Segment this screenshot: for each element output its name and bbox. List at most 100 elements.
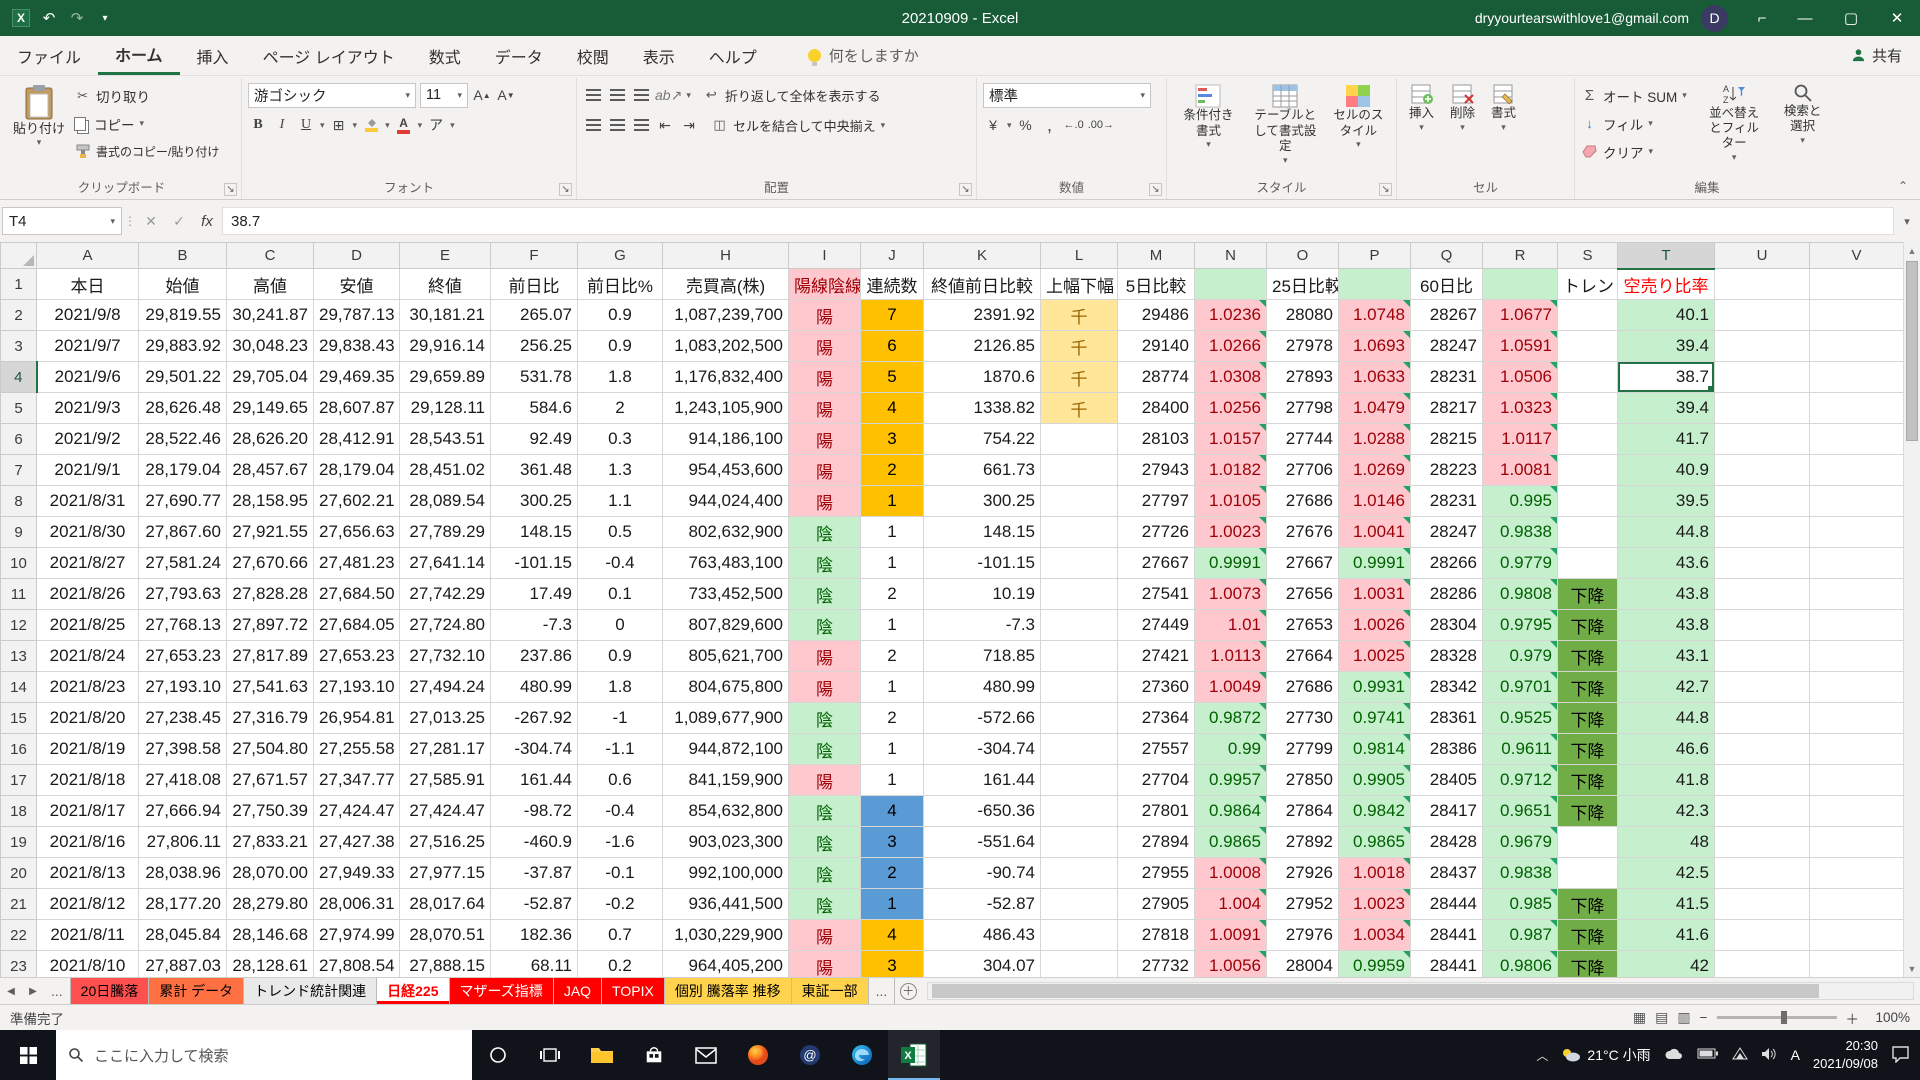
- page-break-view-button[interactable]: ▥: [1677, 1009, 1690, 1026]
- cell-G3[interactable]: 0.9: [578, 331, 663, 362]
- cell-R15[interactable]: 0.9525: [1483, 703, 1558, 734]
- row-header-17[interactable]: 17: [1, 765, 37, 796]
- row-header-15[interactable]: 15: [1, 703, 37, 734]
- cell-E13[interactable]: 27,732.10: [400, 641, 491, 672]
- row-header-23[interactable]: 23: [1, 951, 37, 978]
- conditional-formatting-button[interactable]: 条件付き書式▾: [1173, 81, 1244, 179]
- column-header-B[interactable]: B: [139, 243, 227, 269]
- cell-R17[interactable]: 0.9712: [1483, 765, 1558, 796]
- orientation-button[interactable]: ab↗: [655, 84, 682, 106]
- cell-N8[interactable]: 1.0105: [1195, 486, 1267, 517]
- cell-G16[interactable]: -1.1: [578, 734, 663, 765]
- cell-J2[interactable]: 7: [861, 300, 924, 331]
- cell-E5[interactable]: 29,128.11: [400, 393, 491, 424]
- cell-S7[interactable]: [1558, 455, 1618, 486]
- cell-E9[interactable]: 27,789.29: [400, 517, 491, 548]
- cell-K2[interactable]: 2391.92: [924, 300, 1041, 331]
- cell-O3[interactable]: 27978: [1267, 331, 1339, 362]
- cell-R14[interactable]: 0.9701: [1483, 672, 1558, 703]
- cell-U6[interactable]: [1715, 424, 1810, 455]
- cell-A6[interactable]: 2021/9/2: [37, 424, 139, 455]
- cell-P9[interactable]: 1.0041: [1339, 517, 1411, 548]
- ribbon-tab-4[interactable]: ページ レイアウト: [246, 36, 412, 75]
- cell-K19[interactable]: -551.64: [924, 827, 1041, 858]
- cell-M20[interactable]: 27955: [1118, 858, 1195, 889]
- cell-P6[interactable]: 1.0288: [1339, 424, 1411, 455]
- cell-V1[interactable]: [1810, 269, 1904, 300]
- cell-C14[interactable]: 27,541.63: [227, 672, 314, 703]
- cell-A13[interactable]: 2021/8/24: [37, 641, 139, 672]
- cell-L19[interactable]: [1041, 827, 1118, 858]
- cell-E1[interactable]: 終値: [400, 269, 491, 300]
- row-header-2[interactable]: 2: [1, 300, 37, 331]
- increase-decimal-button[interactable]: ←.0: [1064, 114, 1084, 136]
- wrap-text-button[interactable]: ↩折り返して全体を表示する: [703, 83, 881, 108]
- cell-O2[interactable]: 28080: [1267, 300, 1339, 331]
- ribbon-tab-8[interactable]: 表示: [626, 36, 692, 75]
- vertical-scrollbar[interactable]: ▲ ▼: [1903, 242, 1920, 977]
- cell-F5[interactable]: 584.6: [491, 393, 578, 424]
- excel-taskbar-icon[interactable]: X: [888, 1030, 940, 1080]
- cell-R6[interactable]: 1.0117: [1483, 424, 1558, 455]
- cell-K11[interactable]: 10.19: [924, 579, 1041, 610]
- cell-U5[interactable]: [1715, 393, 1810, 424]
- cell-Q21[interactable]: 28444: [1411, 889, 1483, 920]
- cell-J12[interactable]: 1: [861, 610, 924, 641]
- cell-D7[interactable]: 28,179.04: [314, 455, 400, 486]
- cell-V16[interactable]: [1810, 734, 1904, 765]
- cell-L16[interactable]: [1041, 734, 1118, 765]
- cell-I1[interactable]: 陽線陰線: [789, 269, 861, 300]
- cell-J21[interactable]: 1: [861, 889, 924, 920]
- share-button[interactable]: 共有: [1833, 36, 1920, 75]
- cell-B21[interactable]: 28,177.20: [139, 889, 227, 920]
- cell-M18[interactable]: 27801: [1118, 796, 1195, 827]
- taskbar-search[interactable]: ここに入力して検索: [56, 1030, 472, 1080]
- cell-J7[interactable]: 2: [861, 455, 924, 486]
- cell-F21[interactable]: -52.87: [491, 889, 578, 920]
- cell-C5[interactable]: 29,149.65: [227, 393, 314, 424]
- cell-E15[interactable]: 27,013.25: [400, 703, 491, 734]
- cell-P1[interactable]: [1339, 269, 1411, 300]
- cell-E7[interactable]: 28,451.02: [400, 455, 491, 486]
- cell-F15[interactable]: -267.92: [491, 703, 578, 734]
- row-header-5[interactable]: 5: [1, 393, 37, 424]
- cell-I18[interactable]: 陰: [789, 796, 861, 827]
- cell-C4[interactable]: 29,705.04: [227, 362, 314, 393]
- cell-D22[interactable]: 27,974.99: [314, 920, 400, 951]
- cell-R13[interactable]: 0.979: [1483, 641, 1558, 672]
- column-header-D[interactable]: D: [314, 243, 400, 269]
- sheet-tab-JAQ[interactable]: JAQ: [554, 978, 602, 1004]
- column-header-R[interactable]: R: [1483, 243, 1558, 269]
- cell-B20[interactable]: 28,038.96: [139, 858, 227, 889]
- cell-E11[interactable]: 27,742.29: [400, 579, 491, 610]
- file-explorer-icon[interactable]: [576, 1030, 628, 1080]
- cell-A15[interactable]: 2021/8/20: [37, 703, 139, 734]
- cell-E19[interactable]: 27,516.25: [400, 827, 491, 858]
- maximize-button[interactable]: ▢: [1828, 0, 1874, 36]
- cell-M21[interactable]: 27905: [1118, 889, 1195, 920]
- cell-D14[interactable]: 27,193.10: [314, 672, 400, 703]
- cell-T11[interactable]: 43.8: [1618, 579, 1715, 610]
- cell-E23[interactable]: 27,888.15: [400, 951, 491, 978]
- cell-K3[interactable]: 2126.85: [924, 331, 1041, 362]
- cell-N23[interactable]: 1.0056: [1195, 951, 1267, 978]
- cell-M14[interactable]: 27360: [1118, 672, 1195, 703]
- vertical-scroll-thumb[interactable]: [1906, 261, 1918, 441]
- cell-B13[interactable]: 27,653.23: [139, 641, 227, 672]
- cell-T8[interactable]: 39.5: [1618, 486, 1715, 517]
- cell-T10[interactable]: 43.6: [1618, 548, 1715, 579]
- cell-V13[interactable]: [1810, 641, 1904, 672]
- cell-U20[interactable]: [1715, 858, 1810, 889]
- cell-Q1[interactable]: 60日比: [1411, 269, 1483, 300]
- cell-S3[interactable]: [1558, 331, 1618, 362]
- cell-H14[interactable]: 804,675,800: [663, 672, 789, 703]
- cell-B18[interactable]: 27,666.94: [139, 796, 227, 827]
- row-header-13[interactable]: 13: [1, 641, 37, 672]
- cell-U11[interactable]: [1715, 579, 1810, 610]
- edge-icon[interactable]: [836, 1030, 888, 1080]
- increase-font-button[interactable]: A▲: [472, 84, 492, 106]
- cell-F3[interactable]: 256.25: [491, 331, 578, 362]
- cell-F22[interactable]: 182.36: [491, 920, 578, 951]
- cell-S20[interactable]: [1558, 858, 1618, 889]
- cell-S5[interactable]: [1558, 393, 1618, 424]
